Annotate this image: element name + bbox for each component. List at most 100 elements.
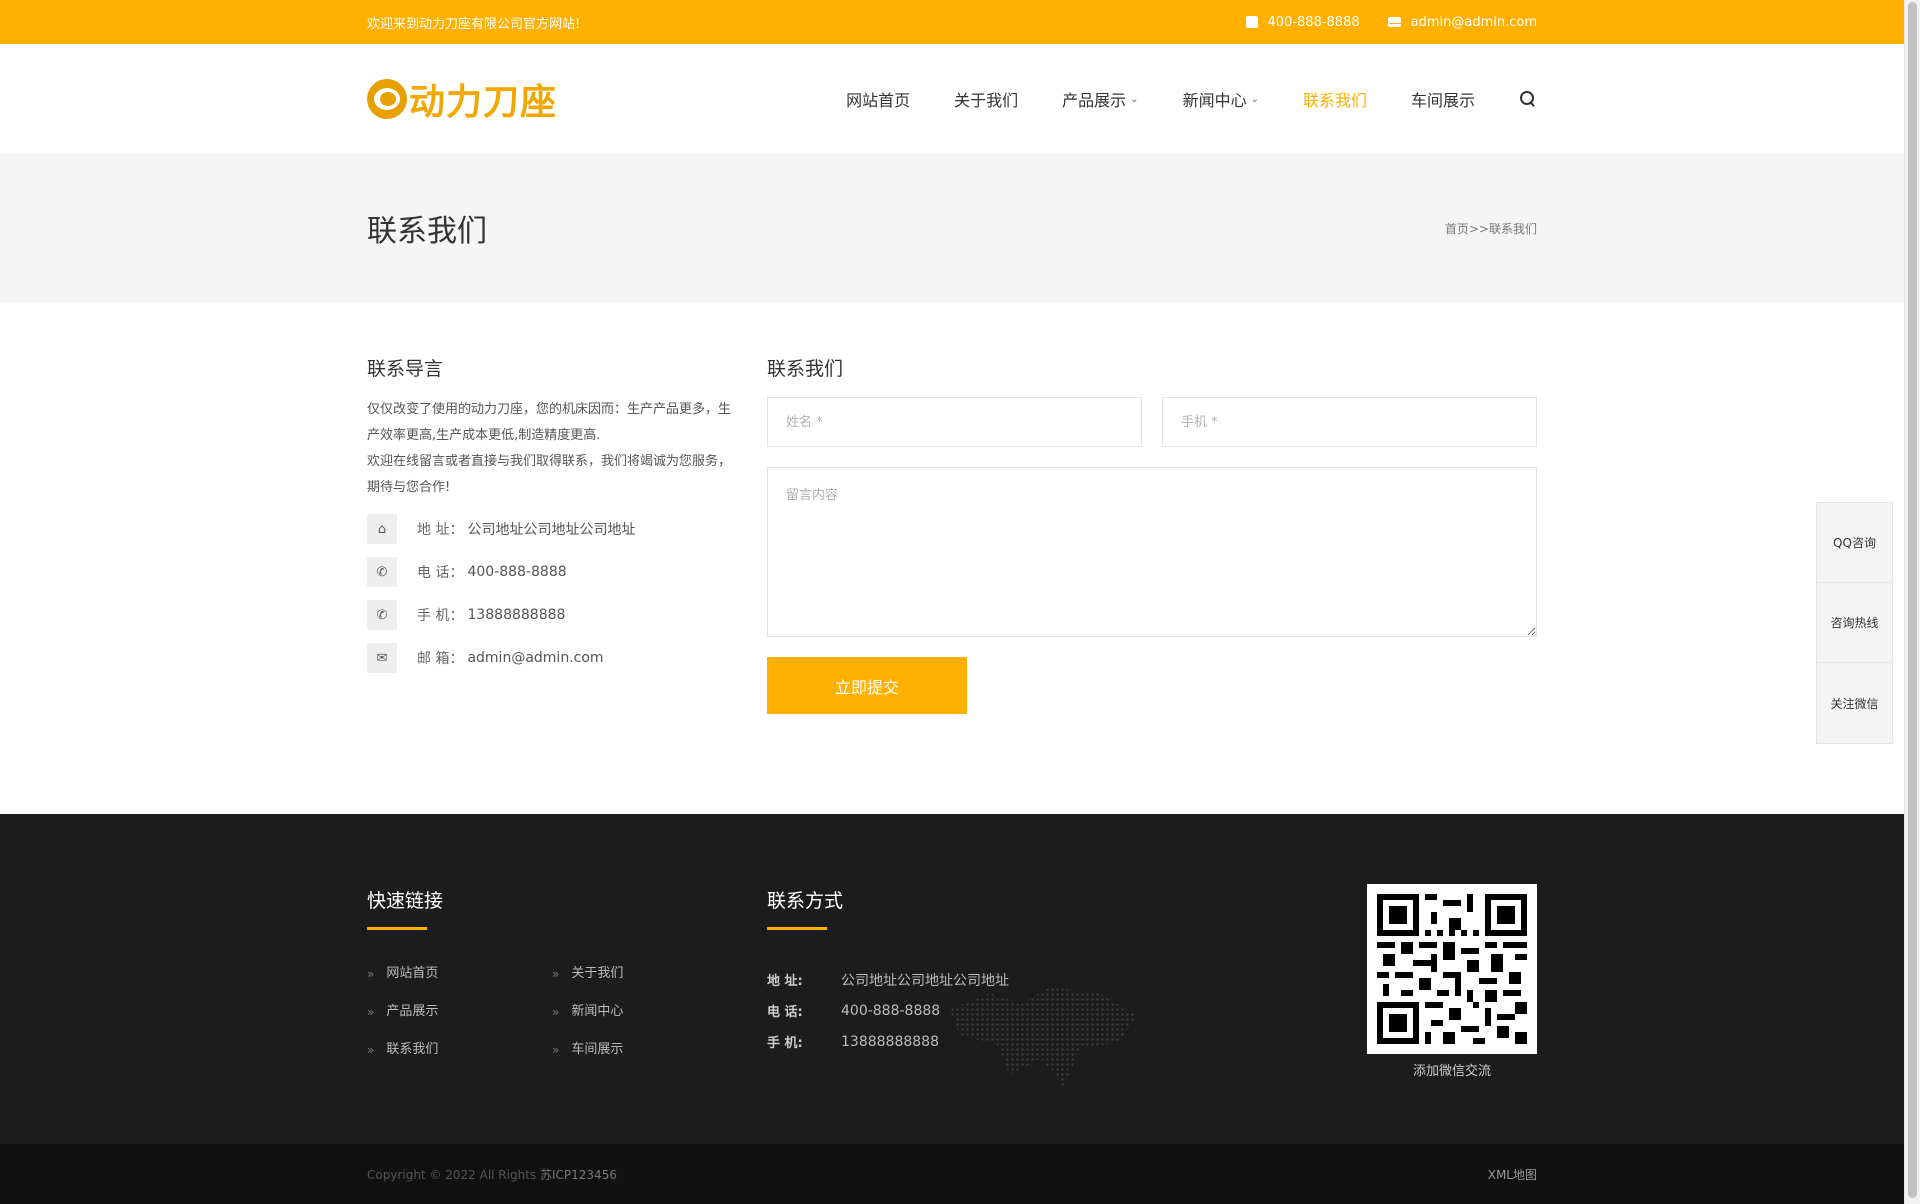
home-icon: ⌂ — [367, 514, 397, 544]
footer-contact-heading: 联系方式 — [767, 886, 843, 930]
footer-link-contact[interactable]: » 联系我们 — [367, 1040, 552, 1060]
main-content: 联系导言 仅仅改变了使用的动力刀座，您的机床因而：生产产品更多，生产效率更高,生… — [0, 302, 1904, 814]
guide-title: 联系导言 — [367, 358, 444, 380]
nav-label: 联系我们 — [1302, 91, 1367, 110]
copyright-block: Copyright © 2022 All Rights 苏ICP123456 — [367, 1166, 617, 1183]
info-value: 13888888888 — [467, 607, 566, 623]
page-title: 联系我们 — [367, 214, 487, 249]
phone-input[interactable] — [1162, 397, 1537, 447]
scrollbar-thumb[interactable] — [1908, 2, 1917, 1198]
nav-news[interactable]: 新闻中心 ⌄ — [1183, 87, 1259, 111]
top-email[interactable]: admin@admin.com — [1387, 14, 1537, 30]
footer-info-value: 13888888888 — [841, 1033, 939, 1050]
info-mobile: ✆ 手 机： 13888888888 — [367, 600, 737, 630]
info-label: 地 址： — [417, 522, 464, 538]
mail-icon: ✉ — [367, 643, 397, 673]
nav-label: 产品展示 — [1062, 91, 1127, 110]
title-underline — [767, 927, 827, 930]
copyright-text: Copyright © 2022 All Rights — [367, 1167, 537, 1182]
page: 欢迎来到动力刀座有限公司官方网站! 400-888-8888 admin@adm… — [0, 0, 1904, 1204]
welcome-text: 欢迎来到动力刀座有限公司官方网站! — [367, 16, 581, 32]
footer: 快速链接 » 网站首页 » 关于我们 » 产品展示 » 新闻中心 » 联系我们 » 车间展示… — [0, 814, 1904, 1144]
nav-home[interactable]: 网站首页 — [846, 87, 910, 111]
footer-link-products[interactable]: » 产品展示 — [367, 1002, 552, 1022]
top-phone: 400-888-8888 — [1245, 14, 1360, 30]
search-icon[interactable] — [1519, 90, 1537, 108]
form-title: 联系我们 — [767, 358, 844, 380]
chevron-down-icon: ⌄ — [1130, 93, 1139, 105]
qr-caption: 添加微信交流 — [1412, 1064, 1491, 1079]
contact-form: 联系我们 立即提交 — [767, 354, 1537, 714]
submit-button[interactable]: 立即提交 — [767, 657, 967, 714]
info-address: ⌂ 地 址： 公司地址公司地址公司地址 — [367, 514, 737, 544]
info-label: 电 话： — [417, 565, 464, 581]
phone-icon — [1245, 16, 1258, 28]
info-label: 邮 箱： — [417, 651, 464, 667]
nav-label: 新闻中心 — [1182, 91, 1247, 110]
phone-icon: ✆ — [367, 557, 397, 587]
header: 动力刀座 网站首页 关于我们 产品展示 ⌄ 新闻中心 ⌄ 联系我们 车间展示 — [0, 44, 1904, 154]
footer-links-heading: 快速链接 — [367, 886, 443, 930]
double-chevron-icon: » — [367, 1005, 375, 1019]
link-label: 产品展示 — [386, 1004, 439, 1019]
nav-contact[interactable]: 联系我们 — [1303, 87, 1367, 111]
nav-workshop[interactable]: 车间展示 — [1411, 87, 1475, 111]
name-input[interactable] — [767, 397, 1142, 447]
info-value: 400-888-8888 — [467, 564, 567, 580]
link-label: 关于我们 — [571, 966, 624, 981]
info-value: 公司地址公司地址公司地址 — [467, 522, 636, 538]
logo[interactable]: 动力刀座 — [367, 73, 557, 125]
wechat-follow-button[interactable]: 关注微信 — [1817, 663, 1892, 743]
footer-link-news[interactable]: » 新闻中心 — [552, 1002, 737, 1022]
breadcrumb[interactable]: 首页>>联系我们 — [1445, 220, 1537, 237]
form-row — [767, 397, 1537, 447]
contact-info-list: ⌂ 地 址： 公司地址公司地址公司地址 ✆ 电 话： 400-888-8888 … — [367, 514, 737, 673]
top-contacts: 400-888-8888 admin@admin.com — [1245, 14, 1537, 30]
double-chevron-icon: » — [367, 1043, 375, 1057]
message-textarea[interactable] — [767, 467, 1537, 637]
nav-label: 车间展示 — [1410, 91, 1475, 110]
double-chevron-icon: » — [367, 967, 375, 981]
footer-link-about[interactable]: » 关于我们 — [552, 964, 737, 984]
info-tel: ✆ 电 话： 400-888-8888 — [367, 557, 737, 587]
phone-icon: ✆ — [367, 600, 397, 630]
nav-about[interactable]: 关于我们 — [954, 87, 1018, 111]
nav-label: 网站首页 — [846, 91, 911, 110]
footer-links-title: 快速链接 — [367, 890, 444, 912]
link-label: 联系我们 — [386, 1042, 439, 1057]
footer-tel: 电 话: 400-888-8888 — [767, 995, 1009, 1026]
footer-info-value: 400-888-8888 — [841, 1002, 941, 1019]
footer-info-label: 地 址: — [767, 974, 803, 989]
icp-link[interactable]: 苏ICP123456 — [540, 1168, 617, 1182]
guide-intro-1: 仅仅改变了使用的动力刀座，您的机床因而：生产产品更多，生产效率更高,生产成本更低… — [367, 402, 732, 443]
nav-products[interactable]: 产品展示 ⌄ — [1062, 87, 1138, 111]
top-email-text: admin@admin.com — [1410, 14, 1537, 30]
qq-consult-button[interactable]: QQ咨询 — [1817, 503, 1892, 583]
footer-mobile: 手 机: 13888888888 — [767, 1026, 1009, 1057]
link-label: 网站首页 — [386, 966, 439, 981]
logo-icon — [367, 79, 407, 119]
guide-intro-2: 欢迎在线留言或者直接与我们取得联系，我们将竭诚为您服务，期待与您合作! — [367, 454, 732, 495]
footer-link-home[interactable]: » 网站首页 — [367, 964, 552, 984]
contact-guide: 联系导言 仅仅改变了使用的动力刀座，您的机床因而：生产产品更多，生产效率更高,生… — [367, 354, 737, 673]
link-label: 新闻中心 — [571, 1004, 624, 1019]
footer-contact-title: 联系方式 — [767, 890, 844, 912]
page-banner: 联系我们 首页>>联系我们 — [0, 154, 1904, 302]
side-float-panel: QQ咨询 咨询热线 关注微信 — [1816, 502, 1893, 744]
vertical-scrollbar[interactable] — [1904, 0, 1920, 1204]
footer-contact: 地 址: 公司地址公司地址公司地址 电 话: 400-888-8888 手 机: 13… — [767, 964, 1009, 1057]
qr-code-image — [1377, 894, 1527, 1044]
sitemap-link[interactable]: XML地图 — [1488, 1166, 1537, 1183]
footer-info-value: 公司地址公司地址公司地址 — [841, 972, 1009, 989]
top-phone-text: 400-888-8888 — [1267, 14, 1360, 30]
quick-links: » 网站首页 » 关于我们 » 产品展示 » 新闻中心 » 联系我们 » 车间展示 — [367, 964, 737, 1060]
mail-icon — [1387, 17, 1401, 27]
hotline-button[interactable]: 咨询热线 — [1817, 583, 1892, 663]
footer-info-label: 电 话: — [767, 1005, 803, 1020]
double-chevron-icon: » — [552, 1005, 560, 1019]
info-email: ✉ 邮 箱： admin@admin.com — [367, 643, 737, 673]
footer-link-workshop[interactable]: » 车间展示 — [552, 1040, 737, 1060]
wechat-qr-code — [1367, 884, 1537, 1054]
double-chevron-icon: » — [552, 967, 560, 981]
logo-text: 动力刀座 — [409, 81, 558, 123]
